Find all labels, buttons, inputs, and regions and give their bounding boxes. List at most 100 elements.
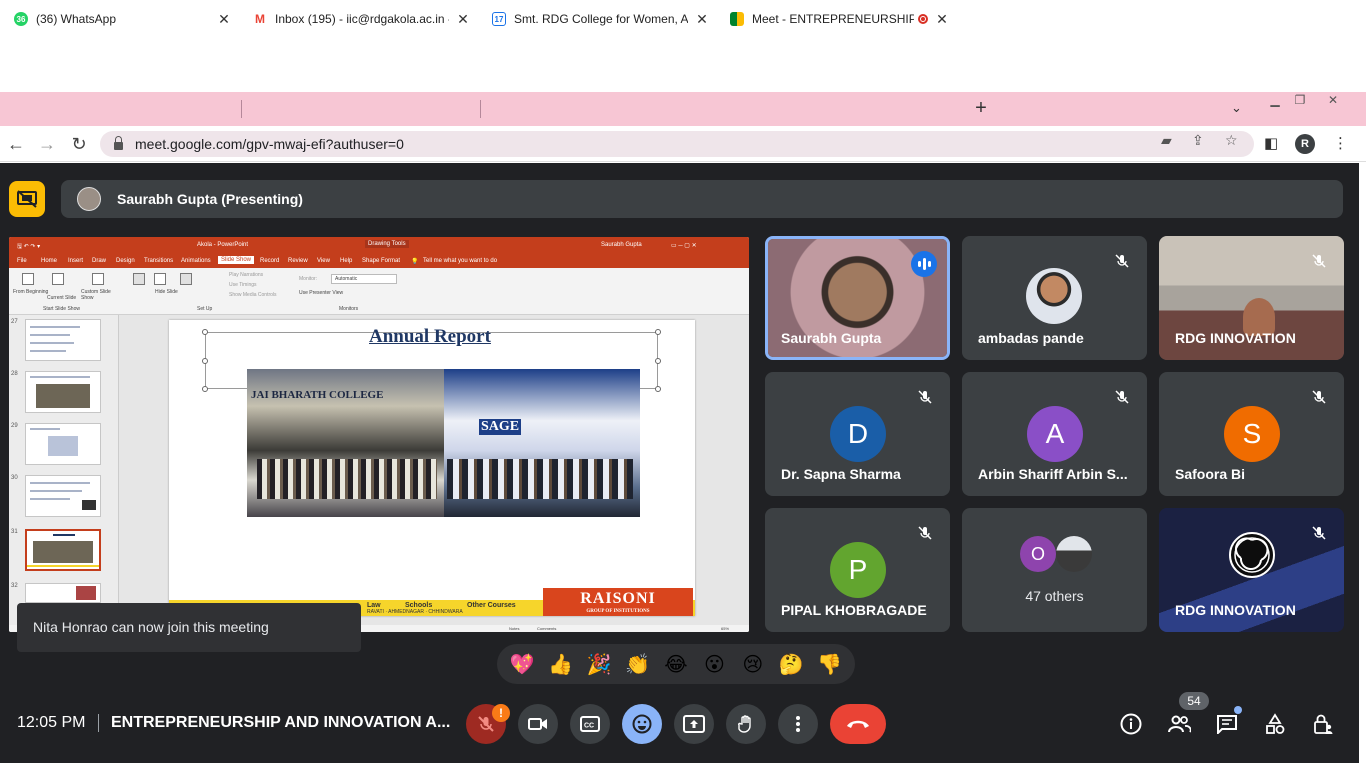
resize-handle[interactable] (655, 386, 661, 392)
browser-menu-icon[interactable]: ⋮ (1333, 134, 1348, 152)
people-button[interactable] (1167, 712, 1191, 736)
participant-tile[interactable]: D Dr. Sapna Sharma (765, 372, 950, 496)
monitor-select[interactable]: Automatic (331, 274, 397, 284)
slide-thumbnail[interactable] (25, 371, 101, 413)
current-slide: Annual Report JAI BHARATH COLLEGE SAGE L… (169, 320, 695, 616)
ribbon-tab[interactable]: Draw (92, 258, 106, 264)
camera-toggle-button[interactable] (518, 704, 558, 744)
close-icon[interactable]: ✕ (455, 11, 471, 28)
ribbon-tab[interactable]: Help (340, 258, 352, 264)
bookmark-star-icon[interactable]: ☆ (1225, 132, 1238, 149)
activities-button[interactable] (1263, 712, 1287, 736)
close-icon[interactable]: ✕ (216, 11, 232, 28)
resize-handle[interactable] (202, 386, 208, 392)
participant-tile[interactable]: A Arbin Shariff Arbin S... (962, 372, 1147, 496)
more-options-button[interactable] (778, 704, 818, 744)
tab-meet[interactable]: Meet - ENTREPRENEURSHIP AI ✕ (722, 4, 958, 34)
reaction-heart[interactable]: 💖 (506, 652, 538, 677)
leave-call-button[interactable] (830, 704, 886, 744)
custom-show-icon[interactable] (92, 273, 104, 285)
tab-whatsapp[interactable]: 36 (36) WhatsApp ✕ (6, 4, 240, 34)
presenter-view-checkbox[interactable]: Use Presenter View (299, 290, 343, 296)
tab-calendar[interactable]: 17 Smt. RDG College for Women, Akola ✕ (484, 4, 718, 34)
side-panel-icon[interactable]: ◧ (1264, 134, 1278, 152)
ribbon-tab[interactable]: Insert (68, 258, 83, 264)
slide-title: Annual Report (369, 326, 491, 347)
reaction-clap[interactable]: 👏 (622, 652, 654, 677)
reaction-thinking[interactable]: 🤔 (775, 652, 807, 677)
ribbon-tab[interactable]: Animations (181, 258, 211, 264)
slide-thumbnail[interactable] (25, 475, 101, 517)
minimize-icon[interactable]: ▁ (1264, 94, 1286, 108)
resize-handle[interactable] (655, 358, 661, 364)
back-icon[interactable]: ← (5, 134, 27, 155)
ribbon-tab[interactable]: View (317, 258, 330, 264)
hide-slide-icon[interactable] (154, 273, 166, 285)
reactions-button[interactable] (622, 704, 662, 744)
ribbon-label[interactable]: Show Media Controls (229, 292, 277, 298)
slide-thumbnail-selected[interactable] (25, 529, 101, 571)
window-close-icon[interactable]: ✕ (1322, 94, 1344, 108)
slide-thumbnail[interactable] (25, 319, 101, 361)
setup-show-icon[interactable] (133, 273, 145, 285)
meeting-details-button[interactable] (1119, 712, 1143, 736)
camera-blocked-icon[interactable]: ▰ (1161, 132, 1172, 149)
slide-thumbnail[interactable] (25, 583, 101, 603)
footer-item: Other Courses (467, 602, 516, 609)
presentation-icon[interactable] (9, 181, 45, 217)
meeting-title[interactable]: ENTREPRENEURSHIP AND INNOVATION A... (111, 714, 450, 732)
forward-icon[interactable]: → (36, 134, 58, 155)
tab-gmail[interactable]: M Inbox (195) - iic@rdgakola.ac.in - S ✕ (245, 4, 479, 34)
close-icon[interactable]: ✕ (694, 11, 710, 28)
notes-button[interactable]: Notes (509, 626, 519, 631)
reaction-thumbs-up[interactable]: 👍 (545, 652, 577, 677)
participant-tile[interactable]: RDG INNOVATION (1159, 236, 1344, 360)
url-field[interactable]: meet.google.com/gpv-mwaj-efi?authuser=0 (100, 131, 1254, 157)
new-tab-icon[interactable]: + (970, 97, 992, 120)
host-controls-button[interactable] (1311, 712, 1335, 736)
activities-icon (1266, 713, 1285, 734)
presenter-bar[interactable]: Saurabh Gupta (Presenting) (61, 180, 1343, 218)
ribbon-label[interactable]: Play Narrations (229, 272, 263, 278)
logo-text: RAISONI (580, 590, 656, 607)
resize-handle[interactable] (202, 329, 208, 335)
ribbon-tab-selected[interactable]: Slide Show (218, 256, 255, 264)
share-icon[interactable]: ⇪ (1192, 132, 1204, 149)
ribbon-tab[interactable]: Shape Format (362, 258, 400, 264)
ribbon-tab[interactable]: File (17, 258, 27, 264)
play-from-start-icon[interactable] (22, 273, 34, 285)
ribbon-label[interactable]: Use Timings (229, 282, 257, 288)
participant-tile[interactable]: Saurabh Gupta (765, 236, 950, 360)
raise-hand-button[interactable] (726, 704, 766, 744)
reload-icon[interactable]: ↻ (68, 134, 90, 155)
captions-button[interactable]: CC (570, 704, 610, 744)
ribbon-tab[interactable]: Review (288, 258, 308, 264)
participant-tile[interactable]: RDG INNOVATION (1159, 508, 1344, 632)
ribbon-tab[interactable]: Record (260, 258, 279, 264)
profile-avatar[interactable]: R (1295, 134, 1315, 154)
reaction-party[interactable]: 🎉 (583, 652, 615, 677)
chat-button[interactable] (1215, 712, 1239, 736)
reaction-surprised[interactable]: 😮 (698, 652, 730, 677)
ribbon-tab[interactable]: Home (41, 258, 57, 264)
present-button[interactable] (674, 704, 714, 744)
resize-handle[interactable] (202, 358, 208, 364)
reaction-laugh[interactable]: 😂 (660, 652, 692, 677)
reaction-thumbs-down[interactable]: 👎 (814, 652, 846, 677)
participant-tile[interactable]: ambadas pande (962, 236, 1147, 360)
resize-handle[interactable] (655, 329, 661, 335)
play-current-icon[interactable] (52, 273, 64, 285)
reaction-sad[interactable]: 😢 (737, 652, 769, 677)
tab-search-icon[interactable]: ⌄ (1231, 100, 1242, 116)
ribbon-tab[interactable]: Transitions (144, 258, 173, 264)
comments-button[interactable]: Comments (537, 626, 556, 631)
participant-tile[interactable]: S Safoora Bi (1159, 372, 1344, 496)
ribbon-tab[interactable]: Design (116, 258, 135, 264)
rehearse-icon[interactable] (180, 273, 192, 285)
slide-thumbnail[interactable] (25, 423, 101, 465)
close-icon[interactable]: ✕ (934, 11, 950, 28)
participant-tile[interactable]: P PIPAL KHOBRAGADE (765, 508, 950, 632)
restore-icon[interactable]: ❐ (1289, 94, 1311, 108)
tell-me-box[interactable]: Tell me what you want to do (423, 258, 497, 264)
others-tile[interactable]: O 47 others (962, 508, 1147, 632)
